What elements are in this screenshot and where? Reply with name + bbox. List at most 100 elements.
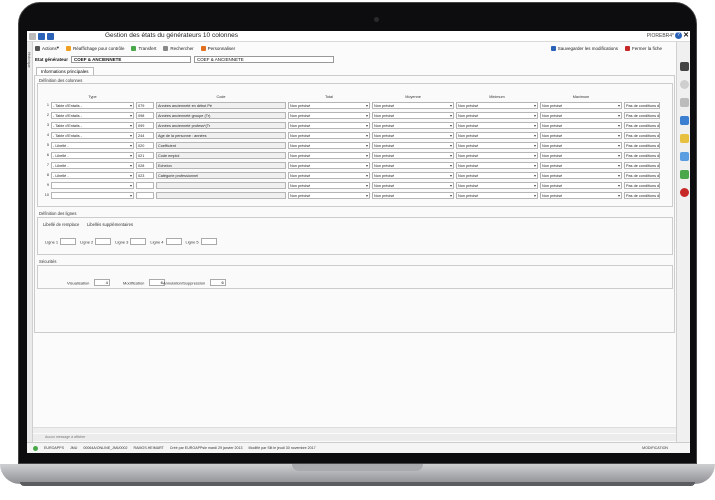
- maximum-select[interactable]: Non précisé: [540, 131, 622, 139]
- export-icon[interactable]: [680, 170, 689, 179]
- type-select[interactable]: [51, 191, 134, 199]
- total-select[interactable]: Non précisé: [288, 181, 370, 189]
- alert-icon[interactable]: [680, 188, 689, 197]
- code-input[interactable]: 244: [136, 131, 154, 139]
- total-select[interactable]: Non précisé: [288, 161, 370, 169]
- moyenne-select[interactable]: Non précisé: [372, 191, 454, 199]
- type-select[interactable]: - Table d'Entalis -: [51, 121, 134, 129]
- monitor-icon[interactable]: [680, 62, 689, 71]
- minimum-select[interactable]: Non précisé: [456, 181, 538, 189]
- type-select[interactable]: - Table d'Entalis -: [51, 101, 134, 109]
- conditions-field[interactable]: Pas de conditions d: [624, 181, 661, 189]
- minimum-select[interactable]: Non précisé: [456, 171, 538, 179]
- record-desc-field[interactable]: COEF & ANCIENNETE: [194, 55, 335, 63]
- tab-informations-principales[interactable]: Informations principales: [36, 67, 94, 75]
- code-input[interactable]: 028: [136, 161, 154, 169]
- total-select[interactable]: Non précisé: [288, 141, 370, 149]
- code-input[interactable]: 079: [136, 101, 154, 109]
- save-button[interactable]: Sauvegarder les modifications: [550, 45, 618, 51]
- conditions-field[interactable]: Pas de conditions d: [624, 141, 661, 149]
- document-icon[interactable]: [680, 152, 689, 161]
- calendar-icon[interactable]: [680, 116, 689, 125]
- window-icon[interactable]: [47, 32, 54, 40]
- type-select[interactable]: - Libellé -: [51, 141, 134, 149]
- minimum-select[interactable]: Non précisé: [456, 101, 538, 109]
- total-select[interactable]: Non précisé: [288, 131, 370, 139]
- menu-icon[interactable]: [29, 32, 36, 40]
- conditions-field[interactable]: Pas de conditions d: [624, 151, 661, 159]
- annul-input[interactable]: 6: [209, 279, 226, 287]
- code-input[interactable]: 021: [136, 151, 154, 159]
- maximum-select[interactable]: Non précisé: [540, 111, 622, 119]
- moyenne-select[interactable]: Non précisé: [372, 171, 454, 179]
- moyenne-select[interactable]: Non précisé: [372, 151, 454, 159]
- maximum-select[interactable]: Non précisé: [540, 181, 622, 189]
- conditions-field[interactable]: Pas de conditions d: [624, 121, 661, 129]
- line-field-input[interactable]: [95, 238, 112, 246]
- print-icon[interactable]: [680, 98, 689, 107]
- maximum-select[interactable]: Non précisé: [540, 191, 622, 199]
- home-icon[interactable]: [38, 32, 45, 40]
- moyenne-select[interactable]: Non précisé: [372, 161, 454, 169]
- search-button[interactable]: Rechercher: [163, 45, 194, 51]
- conditions-field[interactable]: Pas de conditions d: [624, 171, 661, 179]
- horizontal-scrollbar[interactable]: [33, 427, 676, 433]
- actions-button[interactable]: Actions ▾: [35, 45, 59, 51]
- conditions-field[interactable]: Pas de conditions d: [624, 131, 661, 139]
- minimum-select[interactable]: Non précisé: [456, 151, 538, 159]
- moyenne-select[interactable]: Non précisé: [372, 121, 454, 129]
- conditions-field[interactable]: Pas de conditions d: [624, 111, 661, 119]
- type-select[interactable]: - Libellé -: [51, 171, 134, 179]
- code-input[interactable]: [136, 181, 154, 189]
- line-field-input[interactable]: [165, 238, 182, 246]
- total-select[interactable]: Non précisé: [288, 101, 370, 109]
- minimum-select[interactable]: Non précisé: [456, 141, 538, 149]
- code-input[interactable]: 023: [136, 171, 154, 179]
- close-form-button[interactable]: Fermer la fiche: [624, 45, 662, 51]
- type-select[interactable]: - Libellé -: [51, 161, 134, 169]
- moyenne-select[interactable]: Non précisé: [372, 181, 454, 189]
- moyenne-select[interactable]: Non précisé: [372, 101, 454, 109]
- moyenne-select[interactable]: Non précisé: [372, 131, 454, 139]
- code-input[interactable]: [136, 191, 154, 199]
- minimum-select[interactable]: Non précisé: [456, 131, 538, 139]
- total-select[interactable]: Non précisé: [288, 171, 370, 179]
- code-input[interactable]: 099: [136, 121, 154, 129]
- conditions-field[interactable]: Pas de conditions d: [624, 191, 661, 199]
- maximum-select[interactable]: Non précisé: [540, 151, 622, 159]
- maximum-select[interactable]: Non précisé: [540, 121, 622, 129]
- maximum-select[interactable]: Non précisé: [540, 171, 622, 179]
- transfer-button[interactable]: Transfert: [131, 45, 156, 51]
- type-select[interactable]: - Table d'Entalis -: [51, 111, 134, 119]
- note-icon[interactable]: [680, 134, 689, 143]
- line-field-input[interactable]: [60, 238, 77, 246]
- total-select[interactable]: Non précisé: [288, 111, 370, 119]
- line-field-input[interactable]: [200, 238, 217, 246]
- visu-input[interactable]: 4: [93, 279, 110, 287]
- total-select[interactable]: Non précisé: [288, 191, 370, 199]
- maximum-select[interactable]: Non précisé: [540, 161, 622, 169]
- code-input[interactable]: 020: [136, 141, 154, 149]
- record-code-field[interactable]: COEF & ANCIENNETE: [71, 55, 192, 63]
- total-select[interactable]: Non précisé: [288, 151, 370, 159]
- customize-button[interactable]: Personnaliser: [200, 45, 235, 51]
- moyenne-select[interactable]: Non précisé: [372, 141, 454, 149]
- type-select[interactable]: [51, 181, 134, 189]
- help-icon[interactable]: ?: [675, 32, 682, 39]
- minimum-select[interactable]: Non précisé: [456, 161, 538, 169]
- close-icon[interactable]: ✕: [683, 31, 689, 39]
- conditions-field[interactable]: Pas de conditions d: [624, 101, 661, 109]
- minimum-select[interactable]: Non précisé: [456, 121, 538, 129]
- type-select[interactable]: - Libellé -: [51, 151, 134, 159]
- line-field-input[interactable]: [130, 238, 147, 246]
- minimum-select[interactable]: Non précisé: [456, 111, 538, 119]
- refresh-button[interactable]: Réaffichage pour contrôle: [66, 45, 124, 51]
- maximum-select[interactable]: Non précisé: [540, 141, 622, 149]
- search-icon[interactable]: [680, 80, 689, 89]
- minimum-select[interactable]: Non précisé: [456, 191, 538, 199]
- type-select[interactable]: - Table d'Entalis -: [51, 131, 134, 139]
- code-input[interactable]: 098: [136, 111, 154, 119]
- moyenne-select[interactable]: Non précisé: [372, 111, 454, 119]
- maximum-select[interactable]: Non précisé: [540, 101, 622, 109]
- history-tab[interactable]: Historique: [27, 52, 31, 68]
